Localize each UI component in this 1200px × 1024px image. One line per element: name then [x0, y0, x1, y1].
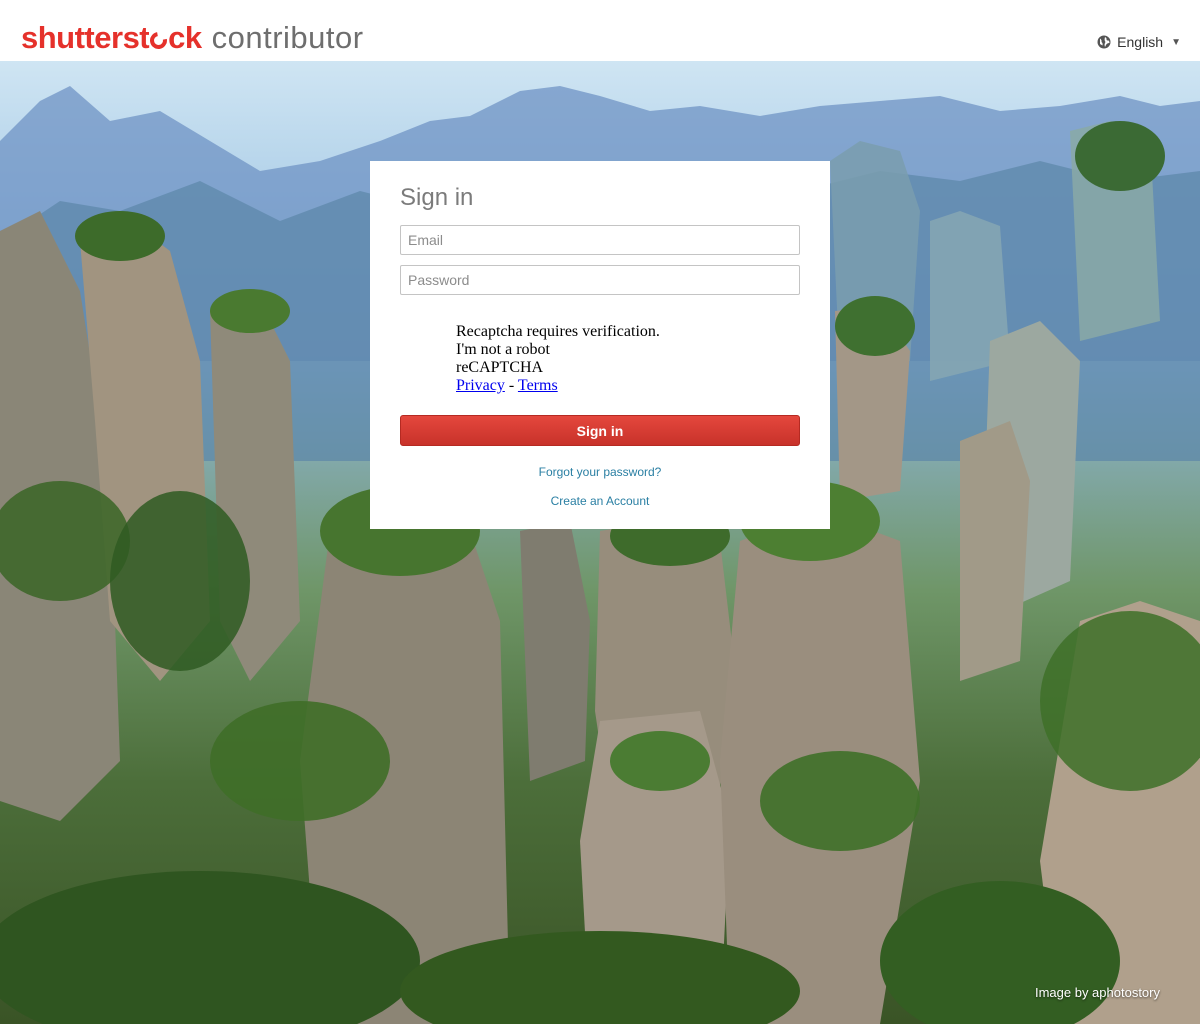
shutterstock-contributor-logo[interactable]: shutterst ck contributor: [21, 20, 364, 56]
recaptcha-widget: Recaptcha requires verification. I'm not…: [456, 323, 800, 395]
recaptcha-message: Recaptcha requires verification.: [456, 323, 660, 340]
recaptcha-brand: reCAPTCHA: [456, 359, 544, 376]
recaptcha-links: Privacy - Terms: [456, 377, 800, 395]
signin-button[interactable]: Sign in: [400, 415, 800, 446]
email-field[interactable]: [400, 225, 800, 255]
signin-title: Sign in: [400, 184, 474, 211]
password-field[interactable]: [400, 265, 800, 295]
forgot-password-link[interactable]: Forgot your password?: [400, 465, 800, 479]
signin-card: Sign in Recaptcha requires verification.…: [370, 161, 830, 529]
recaptcha-checkbox-label[interactable]: I'm not a robot: [456, 341, 800, 359]
language-label: English: [1117, 34, 1164, 50]
language-selector[interactable]: English ▼: [1097, 34, 1181, 50]
logo-product-text: contributor: [211, 20, 364, 55]
image-credit: Image by aphotostory: [1034, 985, 1160, 1000]
logo-brand-end: ck: [168, 20, 202, 55]
globe-icon: [1097, 35, 1111, 49]
logo-o-icon: [146, 28, 171, 53]
recaptcha-privacy-link[interactable]: Privacy: [456, 377, 505, 394]
recaptcha-link-separator: -: [504, 377, 518, 394]
chevron-down-icon: ▼: [1171, 36, 1181, 48]
logo-brand-text: shutterst: [21, 20, 150, 55]
recaptcha-terms-link[interactable]: Terms: [518, 377, 558, 394]
create-account-link[interactable]: Create an Account: [400, 494, 800, 508]
top-header: shutterst ck contributor English ▼: [0, 0, 1200, 61]
